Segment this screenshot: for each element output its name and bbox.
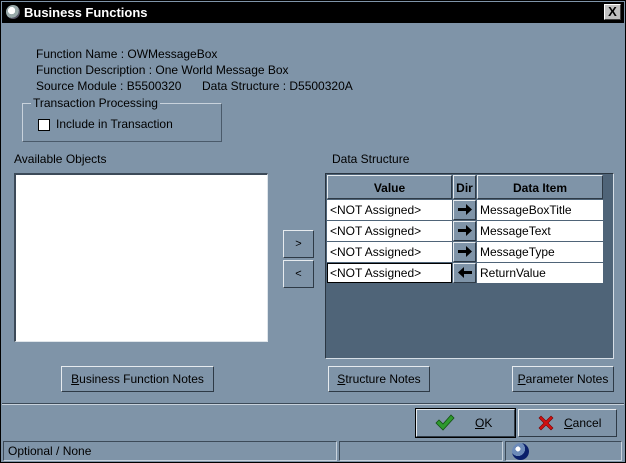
direction-cell[interactable] <box>453 221 476 241</box>
table-row[interactable]: <NOT Assigned> ReturnValue <box>327 263 603 284</box>
ok-mnemonic: O <box>475 416 485 430</box>
value-cell[interactable]: <NOT Assigned> <box>327 263 452 283</box>
status-text: Optional / None <box>3 441 337 461</box>
column-header-dir[interactable]: Dir <box>453 175 476 199</box>
table-row[interactable]: <NOT Assigned> MessageText <box>327 221 603 242</box>
transaction-processing-group: Transaction Processing Include in Transa… <box>22 96 222 142</box>
table-row[interactable]: <NOT Assigned> MessageBoxTitle <box>327 200 603 221</box>
parameter-notes-label: arameter Notes <box>525 372 609 386</box>
column-header-value[interactable]: Value <box>327 175 452 199</box>
ok-label: K <box>484 416 493 430</box>
value-cell[interactable]: <NOT Assigned> <box>327 221 452 241</box>
right-arrow-icon <box>457 246 472 257</box>
left-arrow-icon <box>457 267 472 278</box>
data-item-cell: MessageBoxTitle <box>477 200 603 220</box>
parameter-notes-button[interactable]: Parameter Notes <box>512 366 614 392</box>
cancel-x-icon <box>538 415 554 431</box>
value-cell[interactable]: <NOT Assigned> <box>327 242 452 262</box>
data-item-cell: MessageType <box>477 242 603 262</box>
right-arrow-icon <box>457 204 472 215</box>
data-structure-name: Data Structure : D5500320A <box>202 79 353 93</box>
direction-cell[interactable] <box>453 242 476 262</box>
direction-cell[interactable] <box>453 263 476 283</box>
cancel-mnemonic: C <box>564 416 573 430</box>
structure-notes-button[interactable]: Structure Notes <box>328 366 430 392</box>
table-row[interactable]: <NOT Assigned> MessageType <box>327 242 603 263</box>
check-icon <box>435 414 455 431</box>
right-arrow-icon <box>457 225 472 236</box>
available-objects-label: Available Objects <box>14 152 107 166</box>
structure-notes-label: tructure Notes <box>345 372 421 386</box>
status-bar: Optional / None <box>2 440 624 462</box>
column-header-data-item[interactable]: Data Item <box>477 175 603 199</box>
include-in-transaction-checkbox[interactable] <box>38 119 50 131</box>
status-pane-empty <box>339 441 503 461</box>
bf-notes-label: usiness Function Notes <box>79 372 204 386</box>
window-title: Business Functions <box>24 5 148 20</box>
available-objects-list[interactable] <box>14 173 268 342</box>
close-icon: X <box>608 4 617 19</box>
close-button[interactable]: X <box>604 4 621 20</box>
data-item-cell: MessageText <box>477 221 603 241</box>
ok-button[interactable]: OK <box>415 408 516 438</box>
remove-object-button[interactable]: < <box>283 260 314 288</box>
footer-separator <box>2 403 624 405</box>
transaction-processing-title: Transaction Processing <box>31 96 160 110</box>
function-description: Function Description : One World Message… <box>36 63 289 77</box>
bf-notes-mnemonic: B <box>71 372 80 386</box>
value-cell[interactable]: <NOT Assigned> <box>327 200 452 220</box>
app-globe-icon <box>6 5 20 19</box>
add-object-button[interactable]: > <box>283 230 314 258</box>
cancel-button[interactable]: Cancel <box>518 409 617 437</box>
business-functions-dialog: Business Functions X Function Name : OWM… <box>0 0 626 463</box>
include-in-transaction-label[interactable]: Include in Transaction <box>56 117 173 131</box>
parameter-notes-mnemonic: P <box>517 372 526 386</box>
globe-icon <box>512 443 529 460</box>
data-item-cell: ReturnValue <box>477 263 603 283</box>
business-function-notes-button[interactable]: Business Function Notes <box>61 366 214 392</box>
data-structure-label: Data Structure <box>332 152 410 166</box>
status-pane-globe <box>505 441 622 461</box>
function-name: Function Name : OWMessageBox <box>36 47 218 61</box>
title-bar: Business Functions X <box>2 2 624 23</box>
cancel-label: ancel <box>572 416 602 430</box>
data-structure-grid[interactable]: Value Dir Data Item <NOT Assigned> Messa… <box>325 173 614 359</box>
source-module: Source Module : B5500320 <box>36 79 182 93</box>
direction-cell[interactable] <box>453 200 476 220</box>
